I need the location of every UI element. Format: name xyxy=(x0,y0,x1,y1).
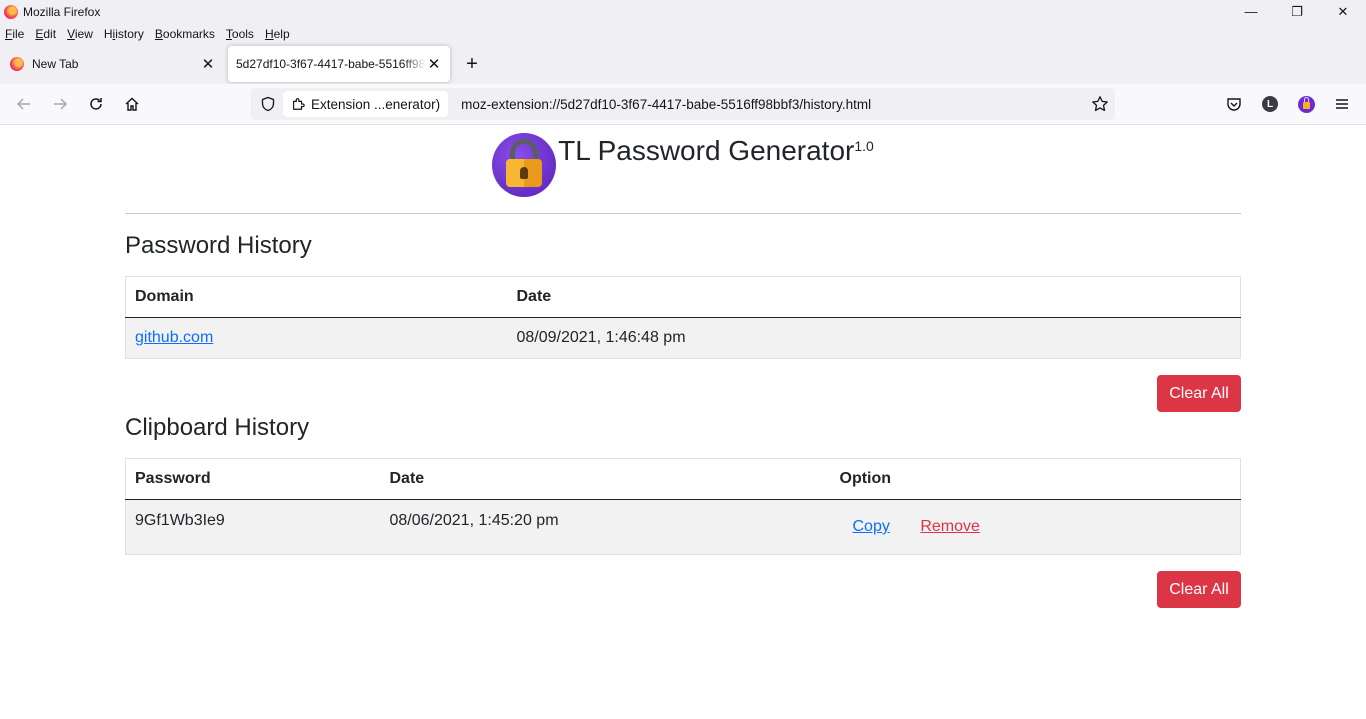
column-header-password: Password xyxy=(125,458,381,500)
url-text[interactable]: moz-extension://5d27df10-3f67-4417-babe-… xyxy=(461,97,871,112)
clear-all-clipboard-history-button[interactable]: Clear All xyxy=(1157,571,1241,608)
close-tab-icon[interactable]: ✕ xyxy=(200,55,216,73)
app-title: TL Password Generator1.0 xyxy=(558,135,874,166)
remove-link[interactable]: Remove xyxy=(920,518,980,535)
clear-all-password-history-button[interactable]: Clear All xyxy=(1157,375,1241,412)
column-header-domain: Domain xyxy=(125,276,508,318)
menu-view[interactable]: View xyxy=(67,27,93,41)
tab-extension-history[interactable]: 5d27df10-3f67-4417-babe-5516ff98bbf3 ✕ xyxy=(228,46,450,82)
password-cell: 9Gf1Wb3Ie9 xyxy=(125,499,381,555)
home-icon[interactable] xyxy=(114,88,150,120)
app-header: TL Password Generator1.0 xyxy=(0,133,1366,197)
copy-link[interactable]: Copy xyxy=(853,518,890,535)
window-title: Mozilla Firefox xyxy=(23,4,101,19)
bookmark-star-icon[interactable] xyxy=(1091,95,1109,118)
restore-icon[interactable]: ❐ xyxy=(1274,0,1320,23)
site-identity-box[interactable]: Extension ...enerator) xyxy=(283,91,449,117)
page-content: TL Password Generator1.0 Password Histor… xyxy=(0,125,1366,718)
back-arrow-icon[interactable] xyxy=(6,88,42,120)
firefox-tab-icon xyxy=(10,57,24,71)
close-window-icon[interactable]: ✕ xyxy=(1320,0,1366,23)
password-history-table: Domain Date github.com 08/09/2021, 1:46:… xyxy=(125,276,1241,359)
column-header-date: Date xyxy=(507,276,1241,318)
menu-tools[interactable]: Tools xyxy=(226,27,254,41)
menu-bar: File Edit View Hiistory Bookmarks Tools … xyxy=(0,23,1366,44)
window-controls: — ❐ ✕ xyxy=(1228,0,1366,23)
pocket-icon[interactable] xyxy=(1216,88,1252,120)
column-header-option: Option xyxy=(830,458,1241,500)
menu-bookmarks[interactable]: Bookmarks xyxy=(155,27,215,41)
table-row: 9Gf1Wb3Ie9 08/06/2021, 1:45:20 pm Copy R… xyxy=(125,499,1241,555)
address-bar[interactable]: Extension ...enerator) moz-extension://5… xyxy=(251,88,1115,120)
new-tab-plus-icon[interactable]: + xyxy=(456,48,488,80)
table-header-row: Password Date Option xyxy=(125,458,1241,500)
tab-label: New Tab xyxy=(32,57,79,71)
close-tab-icon[interactable]: ✕ xyxy=(426,55,442,73)
menu-file[interactable]: File xyxy=(5,27,24,41)
app-version: 1.0 xyxy=(854,138,874,154)
site-identity-label: Extension ...enerator) xyxy=(311,96,441,112)
tab-bar: New Tab ✕ 5d27df10-3f67-4417-babe-5516ff… xyxy=(0,44,1366,84)
menu-history[interactable]: Hiistory xyxy=(104,27,144,41)
account-initial: L xyxy=(1262,96,1278,112)
firefox-logo-icon xyxy=(4,4,18,19)
date-cell: 08/09/2021, 1:46:48 pm xyxy=(507,317,1241,359)
menu-help[interactable]: Help xyxy=(265,27,290,41)
column-header-date: Date xyxy=(380,458,831,500)
clipboard-history-heading: Clipboard History xyxy=(125,414,310,441)
window-titlebar: Mozilla Firefox — ❐ ✕ xyxy=(0,0,1366,23)
domain-link[interactable]: github.com xyxy=(135,329,213,346)
tab-new-tab[interactable]: New Tab ✕ xyxy=(2,46,224,82)
toolbar-right: L xyxy=(1216,88,1360,120)
hamburger-menu-icon[interactable] xyxy=(1324,88,1360,120)
account-avatar[interactable]: L xyxy=(1252,88,1288,120)
tab-label: 5d27df10-3f67-4417-babe-5516ff98bbf3 xyxy=(236,57,426,71)
menu-edit[interactable]: Edit xyxy=(35,27,56,41)
table-row: github.com 08/09/2021, 1:46:48 pm xyxy=(125,317,1241,359)
extension-lock-icon[interactable] xyxy=(1288,88,1324,120)
padlock-logo-icon xyxy=(492,133,557,197)
reload-icon[interactable] xyxy=(78,88,114,120)
clipboard-history-table: Password Date Option 9Gf1Wb3Ie9 08/06/20… xyxy=(125,458,1241,555)
minimize-icon[interactable]: — xyxy=(1228,0,1274,23)
date-cell: 08/06/2021, 1:45:20 pm xyxy=(380,499,831,555)
extension-puzzle-icon xyxy=(291,97,305,111)
forward-arrow-icon[interactable] xyxy=(42,88,78,120)
navigation-bar: Extension ...enerator) moz-extension://5… xyxy=(0,84,1366,125)
table-header-row: Domain Date xyxy=(125,276,1241,318)
divider xyxy=(125,213,1241,214)
tracking-shield-icon[interactable] xyxy=(253,96,283,112)
password-history-heading: Password History xyxy=(125,232,312,259)
